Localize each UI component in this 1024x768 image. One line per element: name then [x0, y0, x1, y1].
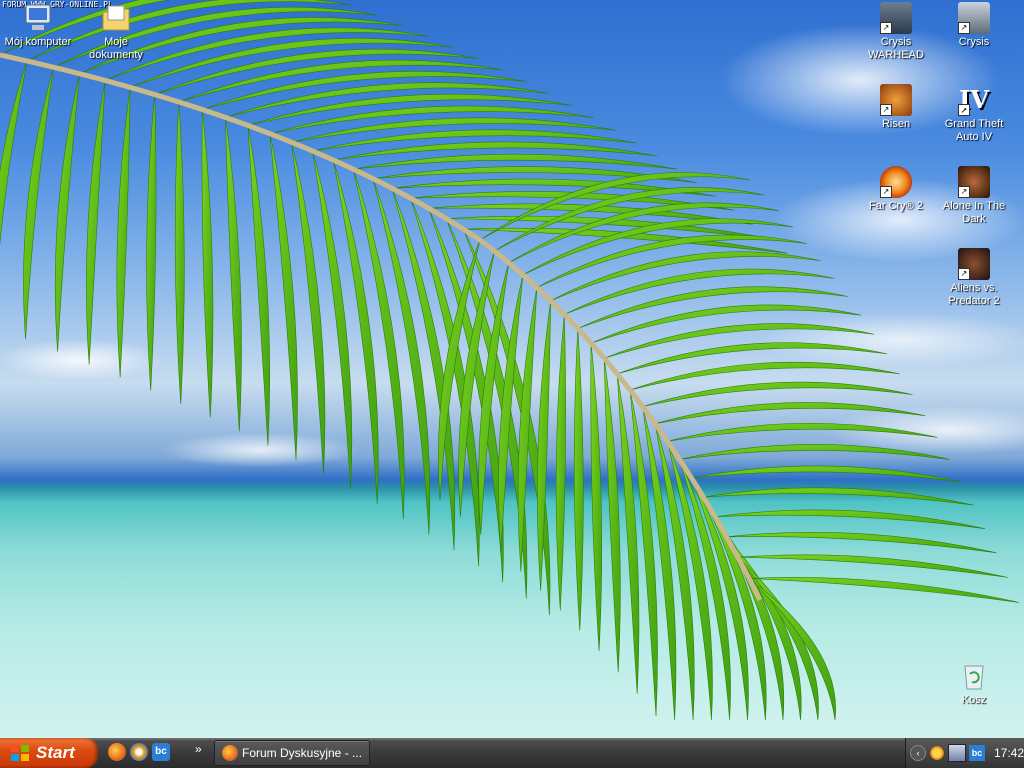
risen-shortcut[interactable]: ↗ Risen	[858, 84, 934, 131]
recycle-bin-label: Kosz	[961, 694, 987, 706]
palm-leaflet	[603, 358, 621, 673]
palm-leaflet	[0, 60, 28, 245]
palm-leaflet	[737, 554, 1008, 578]
palm-leaflet	[726, 532, 997, 554]
aliens-vs-predator-2-shortcut[interactable]: ↗ Aliens vs. Predator 2	[936, 248, 1012, 308]
palm-leaflet	[590, 343, 603, 652]
palm-leaflet	[715, 509, 986, 529]
palm-leaflet	[116, 87, 131, 378]
recycle-bin-icon	[958, 660, 990, 692]
palm-leaflet	[604, 323, 875, 359]
risen-icon: ↗	[880, 84, 912, 116]
palm-leaflet	[555, 314, 566, 611]
tray-expand-button[interactable]: ‹	[910, 745, 926, 761]
computer-icon	[22, 2, 54, 34]
palm-leaflet	[269, 133, 298, 460]
recycle-bin-shortcut[interactable]: Kosz	[936, 660, 1012, 707]
network-icon[interactable]	[948, 744, 966, 762]
far-cry-2-icon: ↗	[880, 166, 912, 198]
my-computer-icon-shortcut[interactable]: Mój komputer	[0, 2, 76, 49]
taskbar: Start bc » Forum Dyskusyjne - ... ‹ bc 1…	[0, 738, 1024, 768]
alone-in-the-dark-label: Alone In The Dark	[942, 200, 1006, 225]
palm-leaflet	[201, 109, 214, 418]
palm-leaflet	[691, 465, 962, 483]
palm-leaflet	[247, 125, 271, 446]
windows-logo-icon	[10, 744, 30, 762]
palm-leaflet	[748, 577, 1020, 603]
media-player-icon[interactable]	[130, 743, 148, 761]
palm-leaflet	[353, 169, 405, 520]
my-computer-label: Mój komputer	[4, 36, 72, 48]
palm-leaflet	[573, 328, 584, 631]
palm-leaflet	[517, 287, 538, 572]
gta-iv-icon: IV ↗	[958, 85, 989, 116]
palm-leaflet	[146, 94, 157, 391]
taskbar-button-firefox[interactable]: Forum Dyskusyjne - ...	[214, 740, 370, 766]
bc-icon[interactable]: bc	[969, 745, 985, 761]
start-button[interactable]: Start	[0, 738, 98, 768]
shortcut-arrow-icon: ↗	[880, 22, 892, 34]
my-documents-label: Moje dokumenty	[89, 36, 143, 61]
firefox-icon[interactable]	[108, 743, 126, 761]
palm-leaflet	[23, 67, 54, 340]
aliens-vs-predator-2-label: Aliens vs. Predator 2	[948, 282, 1000, 307]
shortcut-arrow-icon: ↗	[880, 186, 892, 198]
clock[interactable]: 17:42	[994, 746, 1024, 760]
risen-label: Risen	[881, 118, 911, 130]
bc-icon[interactable]: bc	[152, 743, 170, 761]
palm-leaflet	[225, 117, 242, 432]
palm-leaflet	[679, 444, 950, 460]
crysis-label: Crysis	[958, 36, 990, 48]
aliens-vs-predator-2-icon: ↗	[958, 248, 990, 280]
shortcut-arrow-icon: ↗	[880, 104, 892, 116]
palm-leaflet	[655, 402, 926, 425]
palm-leaflet	[54, 73, 80, 352]
crysis-warhead-label: Crysis WARHEAD	[868, 36, 924, 61]
shortcut-arrow-icon: ↗	[958, 186, 970, 198]
crysis-shortcut[interactable]: ↗ Crysis	[936, 2, 1012, 49]
start-label: Start	[36, 743, 75, 762]
task-title: Forum Dyskusyjne - ...	[242, 746, 363, 760]
gta-iv-shortcut[interactable]: IV ↗ Grand Theft Auto IV	[936, 84, 1012, 144]
alone-in-the-dark-icon: ↗	[958, 166, 990, 198]
palm-leaflet	[703, 487, 974, 506]
system-tray: ‹ bc 17:42	[905, 738, 1024, 768]
alone-in-the-dark-shortcut[interactable]: ↗ Alone In The Dark	[936, 166, 1012, 226]
sun-icon[interactable]	[929, 745, 945, 761]
desktop[interactable]: FORUM WWW.GRY-ONLINE.PL Mój komputer Moj…	[0, 0, 1024, 738]
far-cry-2-label: Far Cry® 2	[869, 200, 923, 212]
palm-leaflet	[86, 80, 106, 365]
firefox-icon	[222, 745, 238, 761]
shortcut-arrow-icon: ↗	[958, 268, 970, 280]
my-documents-icon-shortcut[interactable]: Moje dokumenty	[78, 2, 154, 62]
crysis-warhead-icon: ↗	[880, 2, 912, 34]
shortcut-arrow-icon: ↗	[958, 22, 970, 34]
folder-documents-icon	[100, 2, 132, 34]
quick-launch: bc	[108, 743, 170, 761]
palm-leaflet	[174, 101, 185, 404]
palm-leaflet	[667, 422, 938, 442]
crysis-icon: ↗	[958, 2, 990, 34]
quick-launch-more-button[interactable]: »	[195, 742, 202, 756]
shortcut-arrow-icon: ↗	[958, 104, 970, 116]
far-cry-2-shortcut[interactable]: ↗ Far Cry® 2	[858, 166, 934, 213]
crysis-warhead-shortcut[interactable]: ↗ Crysis WARHEAD	[858, 2, 934, 62]
gta-iv-label: Grand Theft Auto IV	[944, 118, 1004, 143]
